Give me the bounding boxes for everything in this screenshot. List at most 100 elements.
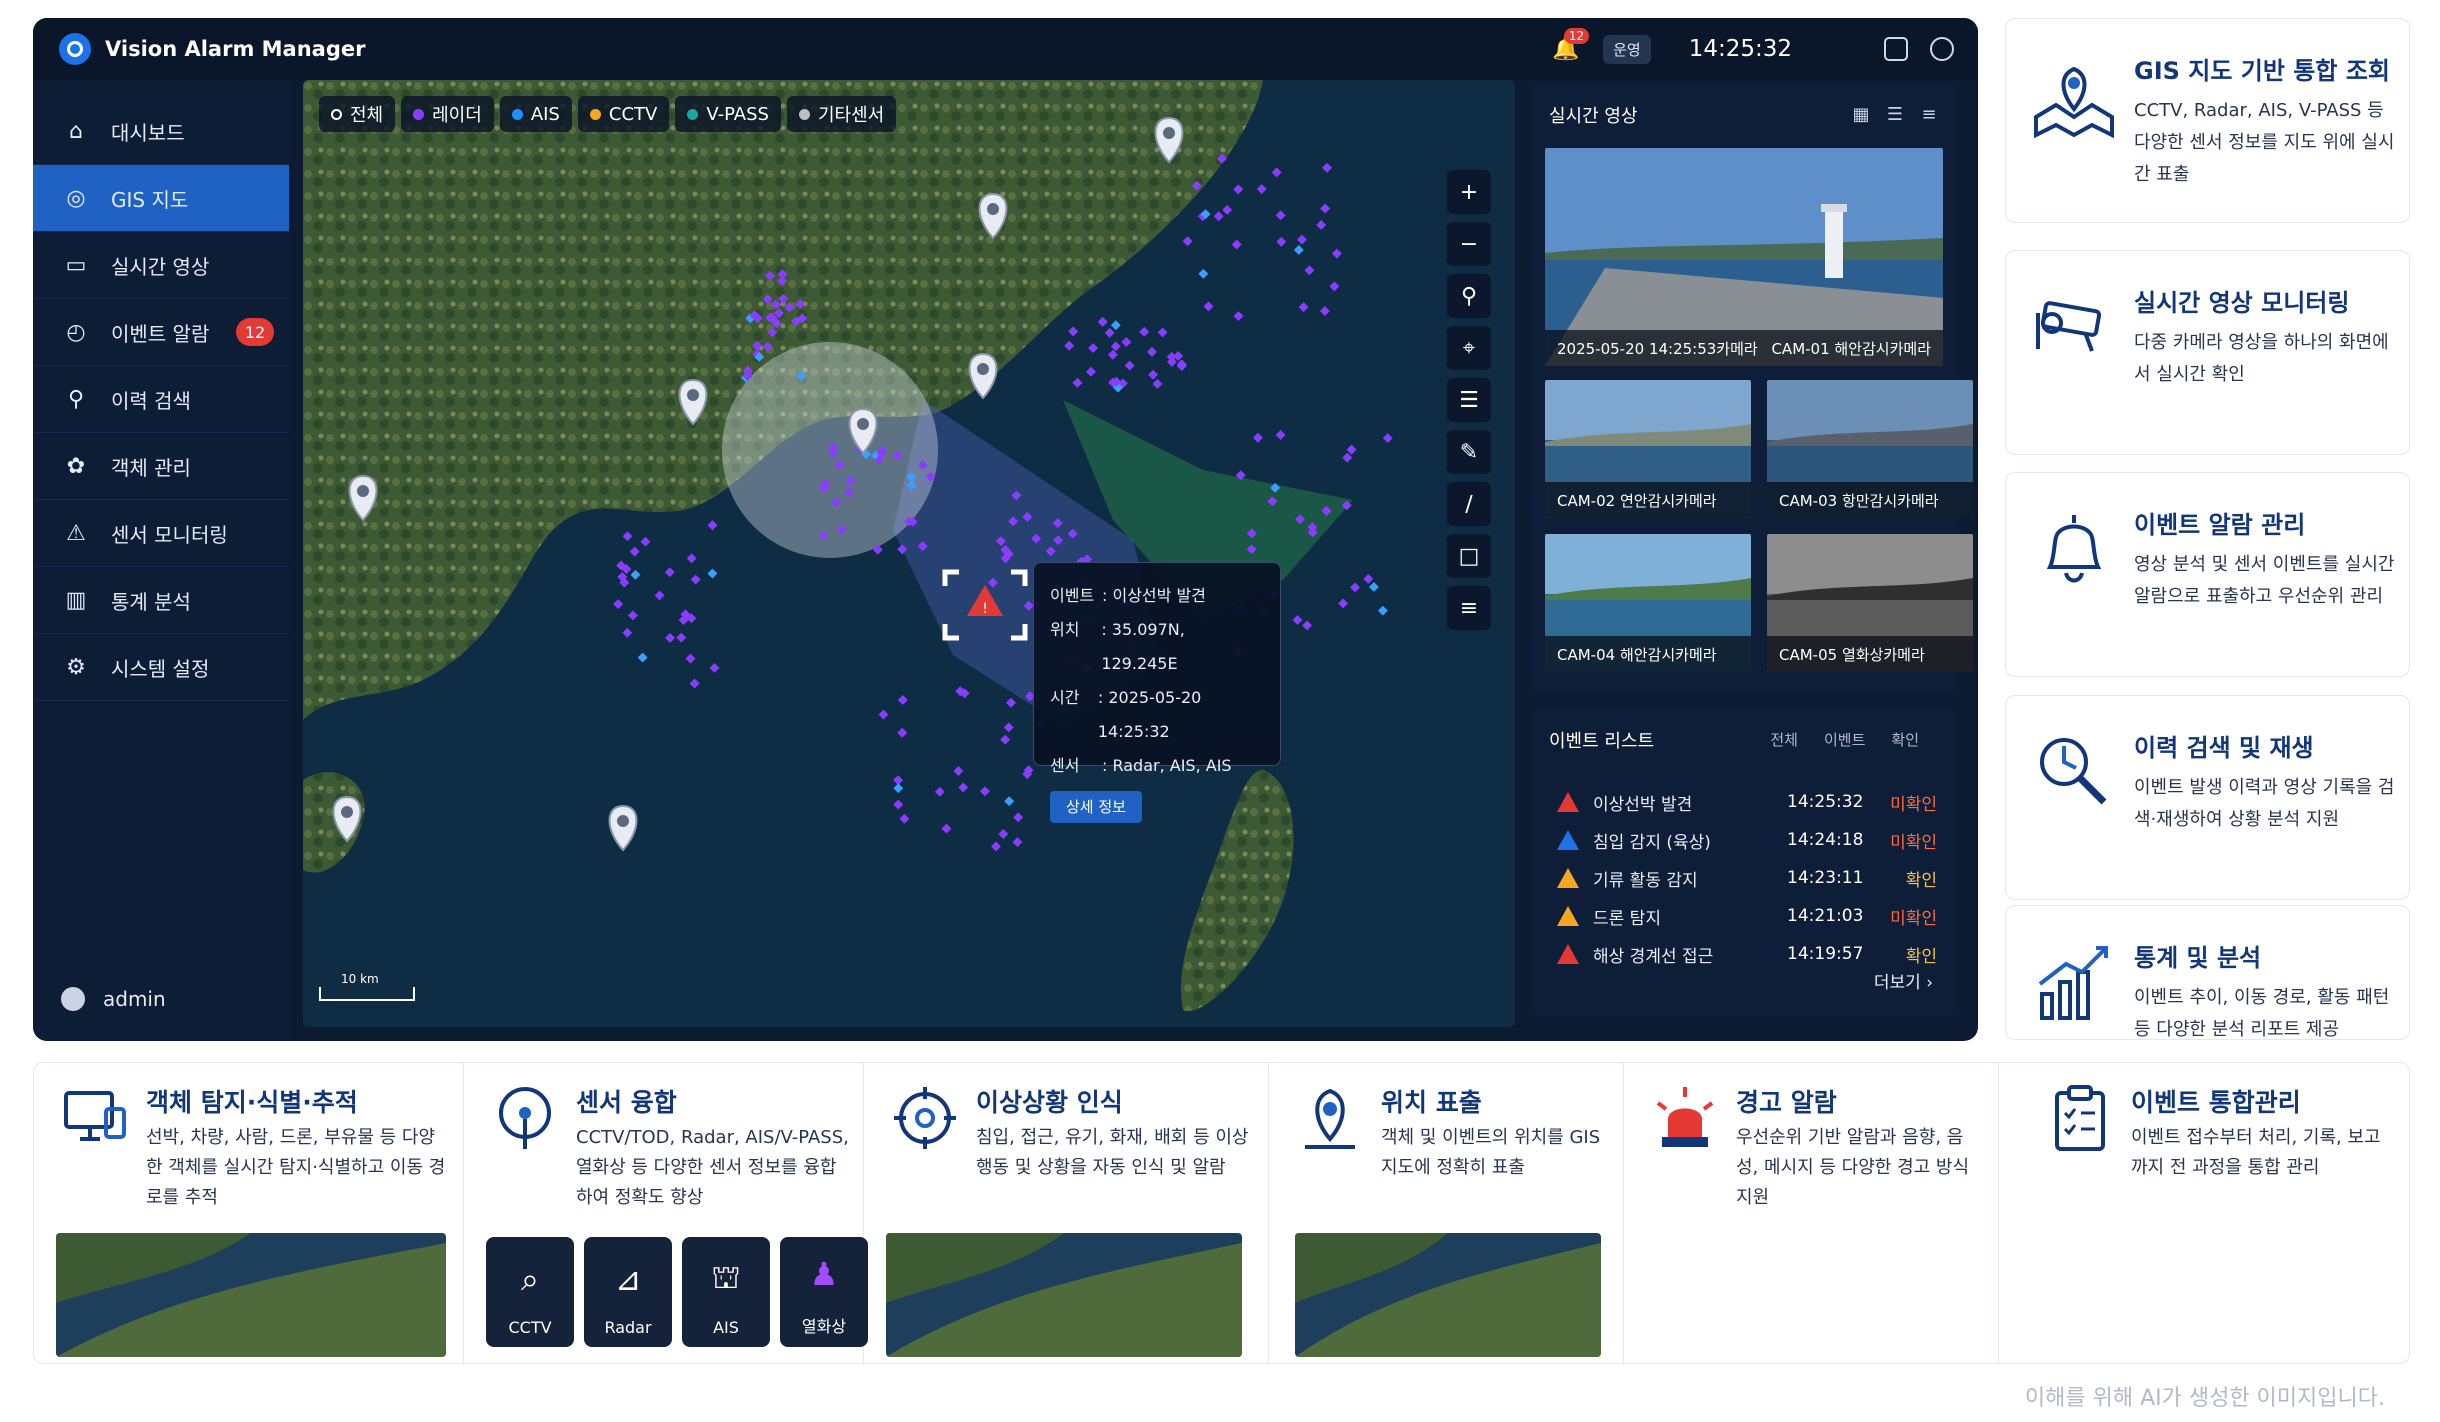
event-tab[interactable]: 이벤트: [1816, 727, 1873, 752]
detail-view-icon[interactable]: ≡: [1917, 102, 1941, 126]
event-tab[interactable]: 확인: [1883, 727, 1927, 752]
popup-key: 위치: [1050, 620, 1080, 639]
feature-title: 통계 및 분석: [2134, 944, 2262, 972]
feature-card: 센서 융합 CCTV/TOD, Radar, AIS/V-PASS, 열화상 등 …: [464, 1063, 868, 1365]
search-icon: ⚲: [67, 386, 85, 412]
event-name: 해상 경계선 접근: [1593, 946, 1714, 967]
event-row[interactable]: 이상선박 발견 14:25:32 미확인: [1557, 783, 1937, 821]
feature-desc: 이벤트 추이, 이동 경로, 활동 패턴 등 다양한 분석 리포트 제공: [2134, 987, 2390, 1040]
feature-title: 이상상황 인식: [976, 1088, 1123, 1117]
map-icon: [2026, 47, 2122, 143]
list-view-icon[interactable]: ☰: [1883, 102, 1907, 126]
sidebar-item[interactable]: ▥ 통계 분석: [33, 567, 289, 634]
layer-dot-icon: [687, 108, 699, 120]
sidebar-item[interactable]: ◎ GIS 지도: [33, 165, 289, 232]
camera-feed[interactable]: CAM-03 항만감시카메라: [1767, 380, 1973, 518]
sidebar-item-label: 통계 분석: [111, 589, 191, 614]
sensor-tile[interactable]: ♟ 열화상: [780, 1237, 868, 1347]
camera-feed[interactable]: CAM-02 연안감시카메라: [1545, 380, 1751, 518]
camera-feed[interactable]: CAM-05 열화상카메라: [1767, 534, 1973, 672]
layer-toggle[interactable]: 전체: [319, 96, 396, 132]
event-name: 침입 감지 (육상): [1593, 832, 1711, 853]
event-time: 14:25:32: [1787, 792, 1864, 812]
capture-icon[interactable]: □: [1447, 534, 1491, 578]
event-list-title: 이벤트 리스트: [1549, 731, 1655, 752]
feature-desc: 다중 카메라 영상을 하나의 화면에서 실시간 확인: [2134, 332, 2389, 385]
app-logo[interactable]: Vision Alarm Manager: [59, 33, 365, 65]
event-row[interactable]: 드론 탐지 14:21:03 미확인: [1557, 897, 1937, 935]
layer-toggle[interactable]: V-PASS: [675, 96, 781, 132]
feature-desc: 우선순위 기반 알람과 음향, 음성, 메시지 등 다양한 경고 방식 지원: [1736, 1127, 1970, 1208]
locate-icon[interactable]: ⌖: [1447, 326, 1491, 370]
sensor-tile[interactable]: ⊿ Radar: [584, 1237, 672, 1347]
feature-title: 이벤트 알람 관리: [2134, 511, 2306, 539]
measure-icon[interactable]: ∕: [1447, 482, 1491, 526]
sidebar-item[interactable]: ✿ 객체 관리: [33, 433, 289, 500]
event-row[interactable]: 기류 활동 감지 14:23:11 확인: [1557, 859, 1937, 897]
layer-toggle[interactable]: CCTV: [577, 96, 670, 132]
notification-bell-icon[interactable]: 🔔 12: [1551, 28, 1590, 64]
zoom-out-icon[interactable]: −: [1447, 222, 1491, 266]
settings-icon[interactable]: [1930, 37, 1954, 61]
warning-icon: [1557, 868, 1579, 888]
event-time: 14:23:11: [1787, 868, 1864, 888]
sidebar-item[interactable]: ⌂ 대시보드: [33, 98, 289, 165]
draw-icon[interactable]: ✎: [1447, 430, 1491, 474]
warning-icon: [1557, 830, 1579, 850]
zoom-in-icon[interactable]: +: [1447, 170, 1491, 214]
feature-title: 객체 탐지·식별·추적: [146, 1088, 358, 1117]
location-icon: [1295, 1083, 1365, 1153]
sensor-tile[interactable]: ⛫ AIS: [682, 1237, 770, 1347]
feature-desc: CCTV/TOD, Radar, AIS/V-PASS, 열화상 등 다양한 센…: [576, 1127, 849, 1208]
feature-title: GIS 지도 기반 통합 조회: [2134, 57, 2390, 85]
user-name: admin: [103, 987, 166, 1011]
event-row[interactable]: 침입 감지 (육상) 14:24:18 미확인: [1557, 821, 1937, 859]
popup-key: 이벤트: [1050, 586, 1095, 605]
sidebar-item[interactable]: ⚠ 센서 모니터링: [33, 500, 289, 567]
radar-coverage[interactable]: [722, 342, 938, 558]
popup-position: : 35.097N, 129.245E: [1101, 620, 1185, 673]
alarm-icon: ◴: [66, 319, 86, 345]
main-camera-name: CAM-01 해안감시카메라: [1771, 339, 1931, 358]
camera-name: CAM-04 해안감시카메라: [1557, 645, 1717, 664]
sidebar-item[interactable]: ▭ 실시간 영상: [33, 232, 289, 299]
detail-button[interactable]: 상세 정보: [1050, 791, 1142, 823]
sidebar-item[interactable]: ⚲ 이력 검색: [33, 366, 289, 433]
mode-badge[interactable]: 운영: [1603, 34, 1651, 64]
more-link[interactable]: 더보기 ›: [1874, 968, 1933, 993]
stack-icon[interactable]: ≡: [1447, 586, 1491, 630]
event-name: 이상선박 발견: [1593, 794, 1693, 815]
user-profile[interactable]: admin: [61, 987, 166, 1011]
layer-toggle[interactable]: AIS: [499, 96, 572, 132]
clock: 14:25:32: [1688, 36, 1792, 62]
event-popup[interactable]: 이벤트: 이상선박 발견 위치: 35.097N, 129.245E 시간: 2…: [1033, 562, 1281, 823]
layer-toggle[interactable]: 기타센서: [786, 96, 897, 132]
home-icon: ⌂: [69, 118, 83, 144]
layer-dot-icon: [798, 108, 810, 120]
event-status: 미확인: [1890, 794, 1937, 815]
layers-icon[interactable]: ☰: [1447, 378, 1491, 422]
fullscreen-icon[interactable]: [1884, 37, 1908, 61]
compass-icon[interactable]: ⚲: [1447, 274, 1491, 318]
camera-feed-main[interactable]: 2025-05-20 14:25:53카메라 CAM-01 해안감시카메라: [1545, 148, 1943, 366]
svg-text:!: !: [982, 601, 988, 617]
sensor-tile[interactable]: ⌕ CCTV: [486, 1237, 574, 1347]
layer-dot-icon: [589, 108, 601, 120]
camera-caption: CAM-02 연안감시카메라: [1545, 482, 1751, 518]
layer-toggle[interactable]: 레이더: [401, 96, 494, 132]
top-bar: Vision Alarm Manager 🔔 12 운영 14:25:32: [33, 18, 1978, 80]
sidebar-item[interactable]: ⚙ 시스템 설정: [33, 634, 289, 701]
grid-view-icon[interactable]: ▦: [1849, 102, 1873, 126]
feature-card: 통계 및 분석이벤트 추이, 이동 경로, 활동 패턴 등 다양한 분석 리포트…: [2005, 905, 2410, 1040]
monitor-icon: [60, 1083, 130, 1153]
event-tab[interactable]: 전체: [1762, 727, 1806, 752]
gear-icon: ⚙: [66, 654, 86, 680]
camera-feed[interactable]: CAM-04 해안감시카메라: [1545, 534, 1751, 672]
feature-card: 경고 알람 우선순위 기반 알람과 음향, 음성, 메시지 등 다양한 경고 방식…: [1624, 1063, 1999, 1365]
gis-map[interactable]: ! 전체 레이더 AIS CCTV V-PASS 기타센서 + − ⚲ ⌖ ☰ ✎ ∕ □…: [303, 80, 1515, 1027]
sidebar-item[interactable]: ◴ 이벤트 알람 12: [33, 299, 289, 366]
sensor-fusion-icon: [490, 1083, 560, 1153]
map-canvas[interactable]: !: [303, 80, 1515, 1027]
history-search-icon: [2026, 724, 2122, 820]
sidebar-item-label: 이벤트 알람: [111, 321, 210, 346]
